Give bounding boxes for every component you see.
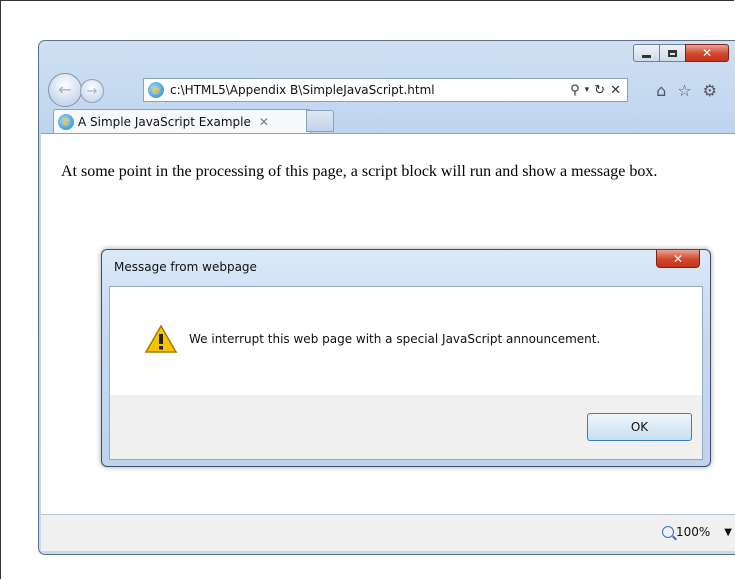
- status-bar: 100% ▼: [41, 514, 735, 551]
- minimize-icon: [642, 54, 651, 58]
- address-actions: ⚲ ▾ ↻ ✕: [570, 83, 621, 98]
- search-icon[interactable]: ⚲: [570, 83, 580, 98]
- new-tab-button[interactable]: [306, 110, 334, 132]
- ie-page-icon: e: [148, 82, 164, 98]
- url-text[interactable]: c:\HTML5\Appendix B\SimpleJavaScript.htm…: [170, 83, 570, 97]
- dialog-title: Message from webpage: [114, 260, 257, 274]
- dialog-body: We interrupt this web page with a specia…: [109, 286, 703, 460]
- maximize-button[interactable]: [659, 44, 686, 62]
- zoom-dropdown-icon[interactable]: ▼: [724, 527, 732, 538]
- back-button[interactable]: ←: [48, 73, 82, 107]
- dropdown-icon[interactable]: ▾: [585, 85, 590, 95]
- home-icon[interactable]: ⌂: [656, 81, 666, 100]
- dialog-close-button[interactable]: ✕: [656, 250, 700, 268]
- tab-active[interactable]: e A Simple JavaScript Example ✕: [53, 109, 311, 133]
- ie-tab-icon: e: [58, 113, 74, 130]
- zoom-control[interactable]: 100% ▼: [661, 525, 732, 539]
- minimize-button[interactable]: [633, 44, 660, 62]
- star-icon[interactable]: ☆: [677, 81, 691, 100]
- window-controls: ✕: [633, 44, 729, 62]
- forward-button[interactable]: →: [80, 79, 104, 103]
- dialog-message: We interrupt this web page with a specia…: [189, 332, 601, 346]
- close-icon: ✕: [672, 251, 684, 266]
- ok-button[interactable]: OK: [587, 413, 692, 441]
- address-bar[interactable]: e c:\HTML5\Appendix B\SimpleJavaScript.h…: [143, 78, 628, 102]
- tab-close-icon[interactable]: ✕: [259, 115, 269, 129]
- forward-arrow-icon: →: [86, 83, 98, 99]
- back-arrow-icon: ←: [58, 80, 72, 99]
- page-paragraph: At some point in the processing of this …: [61, 163, 658, 180]
- message-dialog: Message from webpage ✕ We interrupt this…: [101, 249, 711, 467]
- refresh-icon[interactable]: ↻: [594, 83, 605, 98]
- tab-label: A Simple JavaScript Example: [78, 114, 251, 129]
- browser-toolbar: ⌂ ☆ ⚙: [656, 81, 717, 100]
- zoom-icon: [661, 526, 674, 538]
- tab-strip: e A Simple JavaScript Example ✕: [43, 109, 735, 133]
- close-icon: ✕: [701, 46, 713, 60]
- zoom-level: 100%: [675, 525, 711, 539]
- gear-icon[interactable]: ⚙: [703, 81, 717, 100]
- maximize-icon: [668, 49, 677, 57]
- warning-icon: [144, 324, 178, 353]
- close-window-button[interactable]: ✕: [685, 44, 729, 62]
- stop-icon[interactable]: ✕: [610, 83, 621, 98]
